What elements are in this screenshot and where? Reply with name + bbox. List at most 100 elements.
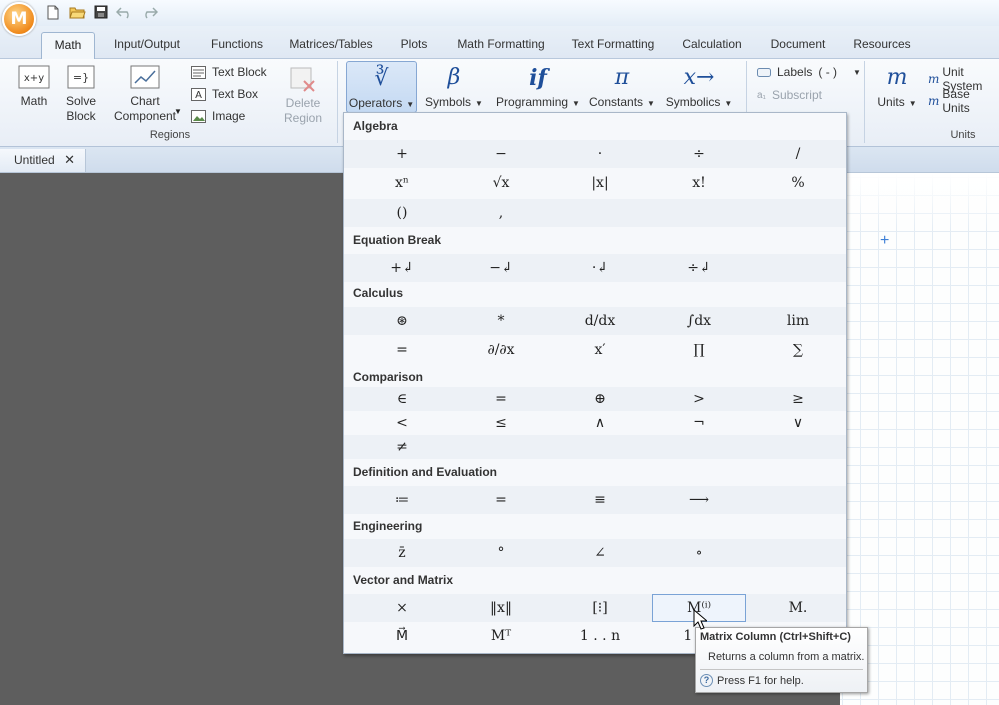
units-button[interactable]: m Units ▼ <box>874 61 920 109</box>
quick-access-toolbar <box>44 3 158 21</box>
chart-dropdown-caret[interactable]: ▼ <box>174 107 182 116</box>
operator-button[interactable]: √x <box>454 169 548 197</box>
operator-button[interactable]: ≥ <box>751 387 845 411</box>
tab-functions[interactable]: Functions <box>206 32 268 58</box>
operator-button[interactable]: ∠ <box>553 539 647 567</box>
operator-button[interactable]: ⊛ <box>355 307 449 335</box>
open-folder-icon[interactable] <box>68 3 86 21</box>
new-document-icon[interactable] <box>44 3 62 21</box>
operator-button[interactable]: M. <box>751 594 845 622</box>
operator-button[interactable]: ∈ <box>355 387 449 411</box>
tab-input-output[interactable]: Input/Output <box>108 32 186 58</box>
operator-button[interactable]: Mᵀ <box>454 622 548 650</box>
image-label: Image <box>212 109 246 123</box>
operator-button[interactable]: % <box>751 169 845 197</box>
image-button[interactable]: Image <box>191 109 245 123</box>
operator-button[interactable]: ⊕ <box>553 387 647 411</box>
tab-document[interactable]: Document <box>767 32 829 58</box>
operator-button[interactable]: > <box>652 387 746 411</box>
symbolics-arrow-icon: x→ <box>683 65 715 90</box>
solve-block-button[interactable]: =} Solve Block <box>60 65 102 124</box>
worksheet-canvas[interactable] <box>840 173 999 705</box>
operators-button[interactable]: ∛ Operators ▼ <box>346 61 417 113</box>
operator-button[interactable]: |x| <box>553 169 647 197</box>
tab-math-formatting[interactable]: Math Formatting <box>454 32 548 58</box>
subscript-button[interactable]: a₁ Subscript <box>757 88 822 102</box>
operator-button[interactable]: × <box>355 594 449 622</box>
operator-button[interactable]: x! <box>652 169 746 197</box>
close-icon[interactable]: ✕ <box>64 149 75 171</box>
text-box-button[interactable]: A Text Box <box>191 87 258 101</box>
undo-icon[interactable] <box>116 3 134 21</box>
operator-button[interactable]: lim <box>751 307 845 335</box>
operator-button[interactable]: z̄ <box>355 539 449 567</box>
operator-button[interactable]: ∂/∂x <box>454 336 548 364</box>
operator-button[interactable]: ° <box>454 539 548 567</box>
operator-button[interactable]: ∏ <box>652 336 746 364</box>
programming-button[interactable]: if Programming ▼ <box>493 61 583 109</box>
operator-button[interactable]: = <box>355 336 449 364</box>
operator-button[interactable]: ∨ <box>751 411 845 435</box>
base-units-button[interactable]: m Base Units <box>928 87 999 115</box>
operator-button[interactable]: +↲ <box>355 254 449 282</box>
operator-button[interactable]: ·↲ <box>553 254 647 282</box>
operators-icon: ∛ <box>374 66 389 91</box>
math-region-button[interactable]: x+y Math <box>12 65 56 109</box>
tooltip-help: ? Press F1 for help. <box>700 674 804 687</box>
redo-icon[interactable] <box>140 3 158 21</box>
operator-button[interactable]: ⟶ <box>652 486 746 514</box>
document-tab-untitled[interactable]: Untitled ✕ <box>0 149 86 172</box>
operator-button[interactable]: ≠ <box>355 435 449 459</box>
operator-button[interactable]: * <box>454 307 548 335</box>
operator-button[interactable]: · <box>553 140 647 168</box>
symbolics-button[interactable]: x→ Symbolics ▼ <box>661 61 737 109</box>
operator-button[interactable]: x′ <box>553 336 647 364</box>
symbols-label: Symbols <box>425 95 472 109</box>
text-block-button[interactable]: Text Block <box>191 65 267 79</box>
operator-button[interactable]: − <box>454 140 548 168</box>
constants-button[interactable]: π Constants ▼ <box>587 61 657 109</box>
operator-button[interactable]: , <box>454 199 548 227</box>
operator-button[interactable]: ∫dx <box>652 307 746 335</box>
operator-button[interactable]: ≡ <box>553 486 647 514</box>
delete-region-button[interactable]: Delete Region <box>280 67 326 126</box>
tab-calculation[interactable]: Calculation <box>679 32 745 58</box>
operator-button[interactable]: ¬ <box>652 411 746 435</box>
operator-button[interactable]: 1 . . n <box>553 622 647 650</box>
operator-button[interactable]: −↲ <box>454 254 548 282</box>
operator-button[interactable]: () <box>355 199 449 227</box>
tab-math[interactable]: Math <box>41 32 95 60</box>
tab-matrices-tables[interactable]: Matrices/Tables <box>287 32 375 58</box>
operator-row: ≔ = ≡ ⟶ <box>344 486 846 514</box>
tab-text-formatting[interactable]: Text Formatting <box>569 32 657 58</box>
operator-button[interactable]: d/dx <box>553 307 647 335</box>
operator-button[interactable]: ∘ <box>652 539 746 567</box>
operator-button[interactable]: ∧ <box>553 411 647 435</box>
symbols-button[interactable]: β Symbols ▼ <box>423 61 485 109</box>
operator-button[interactable]: + <box>355 140 449 168</box>
labels-dropdown[interactable]: Labels ( - ) ▼ <box>757 65 861 79</box>
app-logo[interactable]: M <box>2 2 36 36</box>
operator-button[interactable]: ∑ <box>751 336 845 364</box>
operator-button[interactable]: [⁝] <box>553 594 647 622</box>
delete-region-label-2: Region <box>283 111 323 125</box>
labels-value: ( - ) <box>818 65 838 79</box>
operator-button[interactable]: M⃗ <box>355 622 449 650</box>
units-icon: m <box>886 65 908 90</box>
operator-button[interactable]: ÷↲ <box>652 254 746 282</box>
operator-button[interactable]: = <box>454 387 548 411</box>
operator-button[interactable]: ÷ <box>652 140 746 168</box>
operator-button[interactable]: ≔ <box>355 486 449 514</box>
operator-button[interactable]: / <box>751 140 845 168</box>
programming-caret: ▼ <box>572 99 580 108</box>
operator-button[interactable]: < <box>355 411 449 435</box>
operator-button[interactable]: = <box>454 486 548 514</box>
operator-row: × ‖x‖ [⁝] M⁽ⁱ⁾ M. <box>344 594 846 622</box>
operator-button[interactable]: xⁿ <box>355 169 449 197</box>
tab-resources[interactable]: Resources <box>851 32 913 58</box>
operator-button[interactable]: ‖x‖ <box>454 594 548 622</box>
save-icon[interactable] <box>92 3 110 21</box>
chart-component-button[interactable]: Chart Component <box>110 65 180 124</box>
tab-plots[interactable]: Plots <box>396 32 432 58</box>
operator-button[interactable]: ≤ <box>454 411 548 435</box>
